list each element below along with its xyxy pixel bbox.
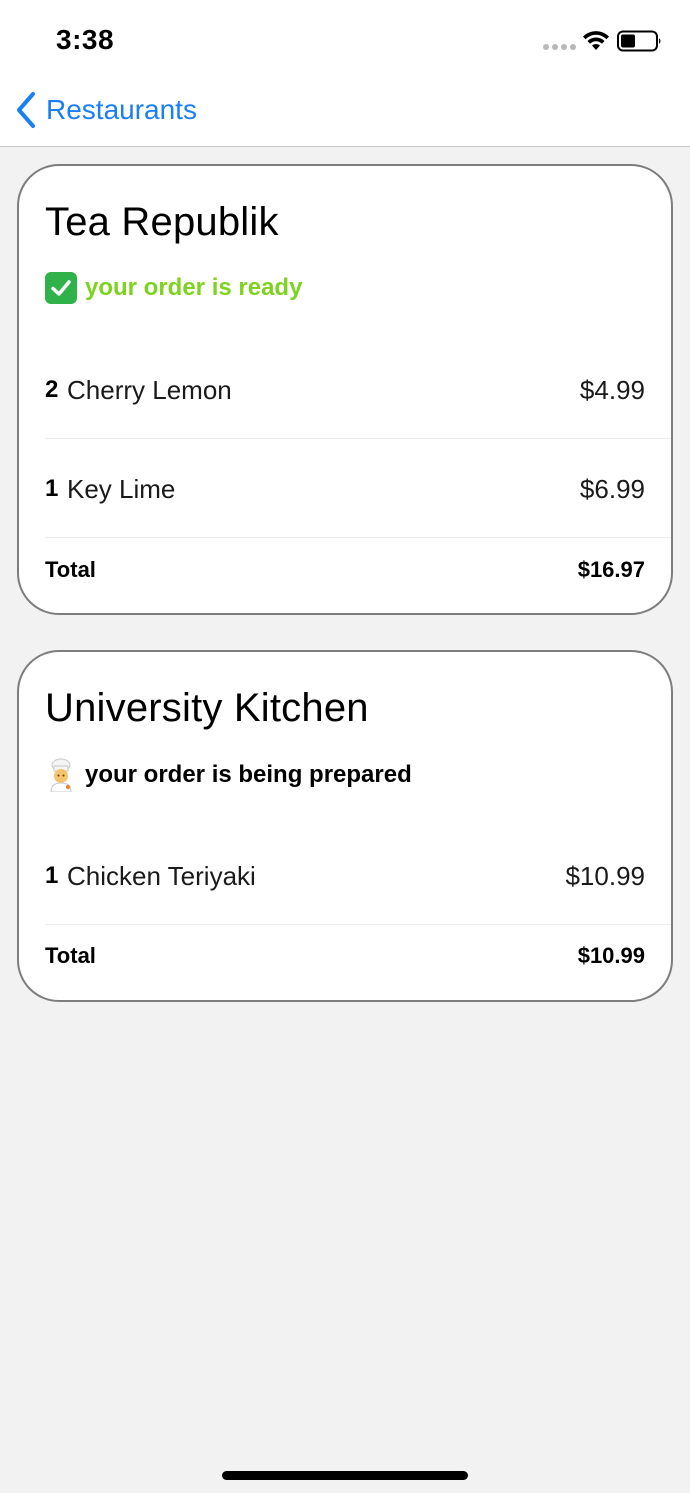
screen: 3:38 Restaurants Tea Republik your order… xyxy=(0,0,690,1493)
wifi-icon xyxy=(583,31,609,50)
home-indicator[interactable] xyxy=(222,1471,468,1480)
item-name: Cherry Lemon xyxy=(67,375,232,405)
status-time: 3:38 xyxy=(56,24,115,55)
order-card[interactable]: Tea Republik your order is ready 2 Cherr… xyxy=(17,164,673,615)
back-button-label: Restaurants xyxy=(46,94,197,125)
order-status-text: your order is ready xyxy=(85,274,303,301)
item-quantity: 2 xyxy=(45,376,59,403)
order-status-text: your order is being prepared xyxy=(85,761,412,788)
order-item-row: 2 Cherry Lemon $4.99 xyxy=(45,340,671,439)
status-bar: 3:38 xyxy=(0,0,690,80)
item-quantity: 1 xyxy=(45,862,59,889)
item-price: $10.99 xyxy=(565,861,645,891)
cellular-signal-icon xyxy=(543,44,577,52)
item-name: Key Lime xyxy=(67,474,176,504)
check-mark-icon xyxy=(45,272,77,304)
item-name: Chicken Teriyaki xyxy=(67,861,256,891)
battery-icon xyxy=(617,30,661,52)
order-status: your order is being prepared xyxy=(45,758,412,792)
order-item-row: 1 Chicken Teriyaki $10.99 xyxy=(45,826,671,925)
total-value: $10.99 xyxy=(577,943,645,968)
total-label: Total xyxy=(45,557,96,582)
total-value: $16.97 xyxy=(577,557,645,582)
chevron-left-icon xyxy=(17,92,35,128)
chef-icon xyxy=(45,758,77,792)
order-status: your order is ready xyxy=(45,272,302,304)
item-quantity: 1 xyxy=(45,475,59,502)
restaurant-name: University Kitchen xyxy=(45,686,369,730)
order-item-row: 1 Key Lime $6.99 xyxy=(45,439,671,538)
item-price: $4.99 xyxy=(579,375,645,405)
order-total-row: Total $10.99 xyxy=(45,925,671,987)
item-price: $6.99 xyxy=(579,474,645,504)
order-card[interactable]: University Kitchen your order is being p… xyxy=(17,650,673,1002)
back-button[interactable]: Restaurants xyxy=(14,90,197,130)
order-total-row: Total $16.97 xyxy=(45,539,671,601)
total-label: Total xyxy=(45,943,96,968)
restaurant-name: Tea Republik xyxy=(45,200,279,244)
navigation-bar: Restaurants xyxy=(0,80,690,147)
